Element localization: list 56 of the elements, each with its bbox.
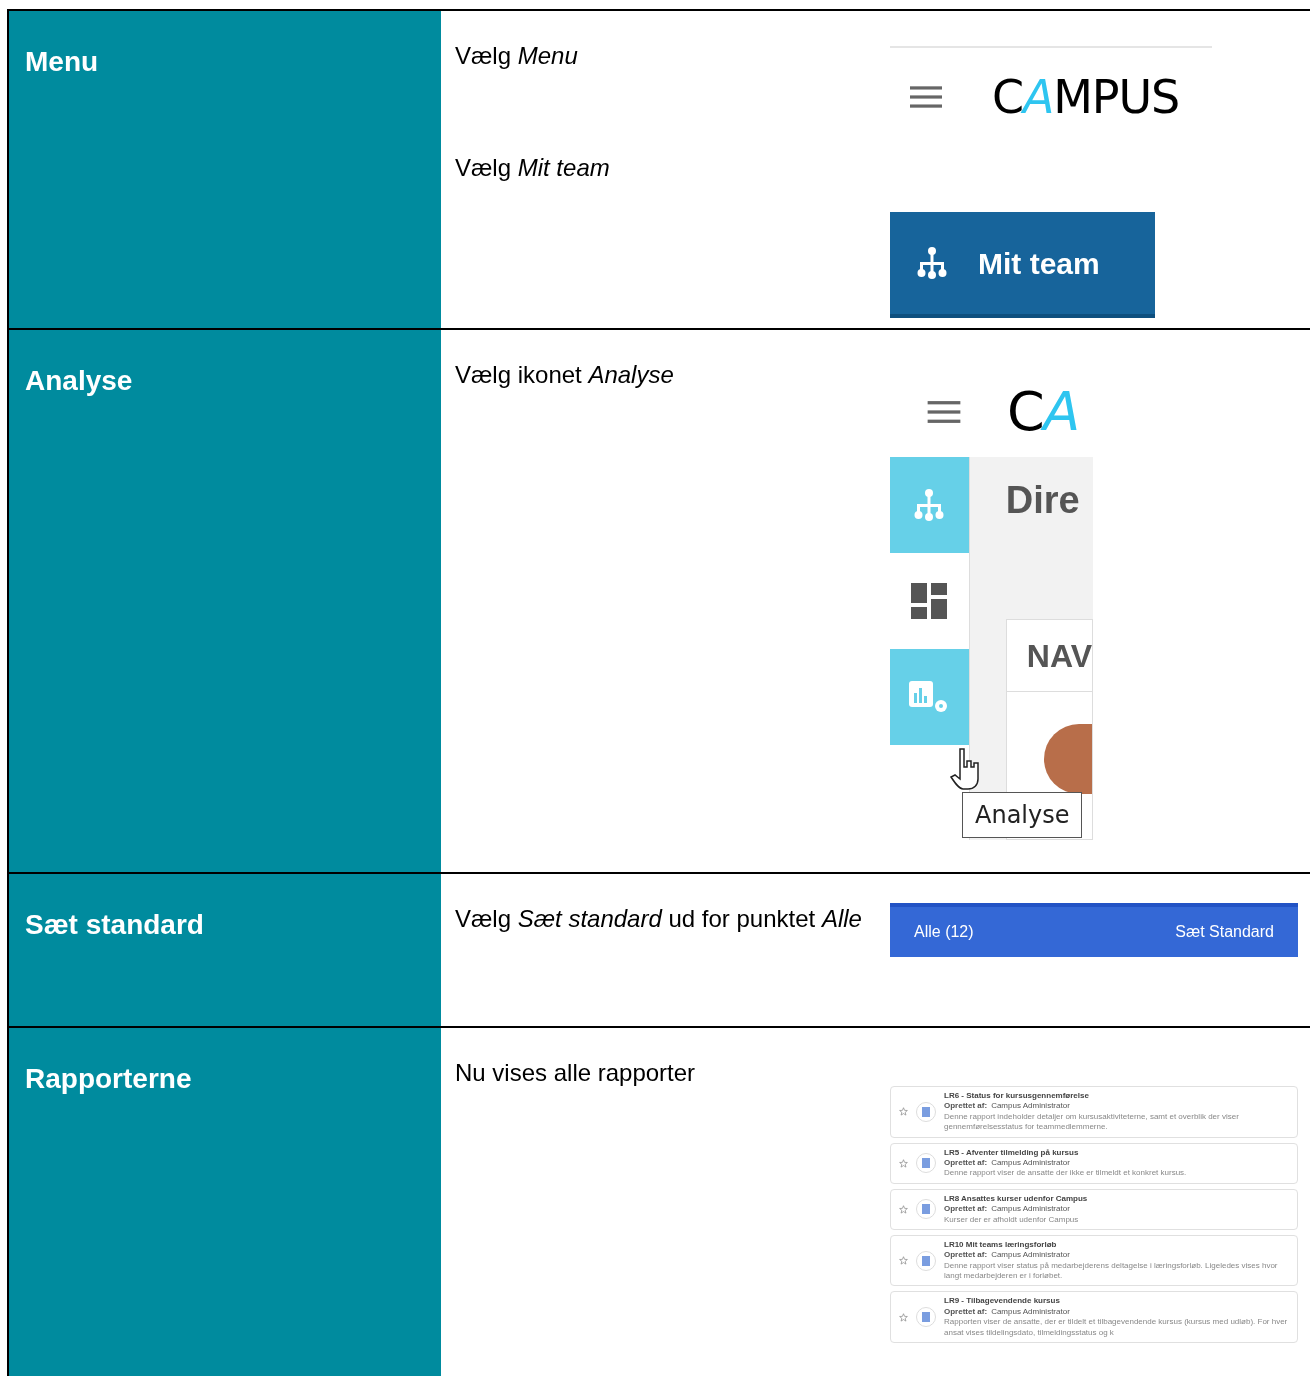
section-label: Rapporterne — [25, 1063, 192, 1094]
created-label: Oprettet af: — [944, 1101, 988, 1112]
report-description: Denne rapport indeholder detaljer om kursusaktiviteterne, samt et overblik der viser gennemførelsesstatus for teammedlemmerne. — [944, 1111, 1240, 1133]
creator-name: Campus Administrator — [991, 1204, 1070, 1215]
campus-logo: CA — [1007, 385, 1079, 439]
created-label: Oprettet af: — [944, 1250, 988, 1261]
report-title: LR6 - Status for kursusgennemførelse — [944, 1091, 1090, 1102]
instruction-text: Nu vises alle rapporter — [455, 1058, 697, 1088]
section-label: Menu — [25, 46, 99, 77]
report-card[interactable]: LR8 Ansattes kurser udenfor Campus Oprettet af: Campus Administrator Kurser der er afholdt udenfor Campus — [890, 1188, 1298, 1230]
report-title: LR10 Mit teams læringsforløb — [944, 1239, 1058, 1251]
set-default-button[interactable]: Sæt Standard — [1175, 920, 1274, 944]
star-icon[interactable] — [899, 1158, 908, 1168]
star-icon[interactable] — [899, 1204, 908, 1214]
report-description: Rapporten viser de ansatte, der er tildelt et tilbagevendende kursus (kursus med udløb). For hver ansat vises tildelingsdato, tilmeldingsstatus og k — [944, 1317, 1289, 1339]
avatar-placeholder — [1044, 724, 1092, 794]
created-label: Oprettet af: — [944, 1306, 988, 1318]
created-label: Oprettet af: — [944, 1157, 988, 1169]
section-label: Sæt standard — [25, 909, 204, 940]
creator-name: Campus Administrator — [991, 1101, 1070, 1112]
menu-icon[interactable] — [910, 85, 942, 109]
filter-item[interactable]: Alle (12) — [914, 920, 974, 944]
grid-icon — [916, 1250, 936, 1271]
instruction-text: Vælg Sæt standard ud for punktet Alle — [455, 904, 863, 934]
star-icon[interactable] — [899, 1312, 908, 1322]
campus-logo: CAMPUS — [992, 74, 1179, 120]
report-title: LR8 Ansattes kurser udenfor Campus — [944, 1193, 1088, 1205]
report-description: Kurser der er afholdt udenfor Campus — [944, 1214, 1080, 1225]
page-heading: Dire — [1004, 478, 1081, 519]
creator-name: Campus Administrator — [991, 1157, 1070, 1169]
report-title: LR5 - Afventer tilmelding på kursus — [944, 1147, 1080, 1158]
grid-icon — [916, 1153, 936, 1174]
tooltip: Analyse — [962, 792, 1083, 838]
star-icon[interactable] — [899, 1107, 908, 1117]
instruction-text: Vælg Menu — [455, 41, 579, 71]
dashboard-icon — [911, 583, 948, 619]
creator-name: Campus Administrator — [991, 1306, 1070, 1318]
card-header: NAV — [1006, 620, 1092, 692]
report-description: Denne rapport viser status på medarbejderens deltagelse i læringsforløb. Ligeledes vises hvor langt medarbejderen er i forløbet. — [944, 1260, 1279, 1282]
star-icon[interactable] — [899, 1256, 908, 1266]
created-label: Oprettet af: — [944, 1204, 988, 1215]
report-card[interactable] — [890, 1291, 1298, 1344]
section-label: Analyse — [25, 365, 133, 396]
report-description: Denne rapport viser de ansatte der ikke er tilmeldt et konkret kursus. — [944, 1168, 1187, 1179]
instruction-text: Vælg ikonet Analyse — [455, 360, 675, 390]
report-card[interactable]: LR6 - Status for kursusgennemførelse Oprettet af: Campus Administrator Denne rapport indeholder detaljer om kursusaktiviteterne, samt et overblik der viser gennemførelsesstatus for teammedlemmerne. — [890, 1086, 1298, 1138]
menu-icon[interactable] — [926, 400, 962, 424]
instruction-text: Vælg Mit team — [455, 153, 611, 183]
creator-name: Campus Administrator — [991, 1250, 1070, 1261]
grid-icon — [916, 1101, 936, 1122]
grid-icon — [916, 1307, 936, 1328]
mit-team-button[interactable]: Mit team — [890, 212, 1155, 318]
report-card[interactable]: LR10 Mit teams læringsforløb Oprettet af: Campus Administrator Denne rapport viser status på medarbejderens deltagelse i læringsforløb. Ligeledes vises hvor langt medarbejderen er i forløbet. — [890, 1234, 1298, 1287]
report-title: LR9 - Tilbagevendende kursus — [944, 1296, 1061, 1307]
report-card[interactable]: LR5 - Afventer tilmelding på kursus Oprettet af: Campus Administrator Denne rapport viser de ansatte der ikke er tilmeldt et konkret kursus. — [890, 1142, 1298, 1184]
grid-icon — [916, 1199, 936, 1220]
